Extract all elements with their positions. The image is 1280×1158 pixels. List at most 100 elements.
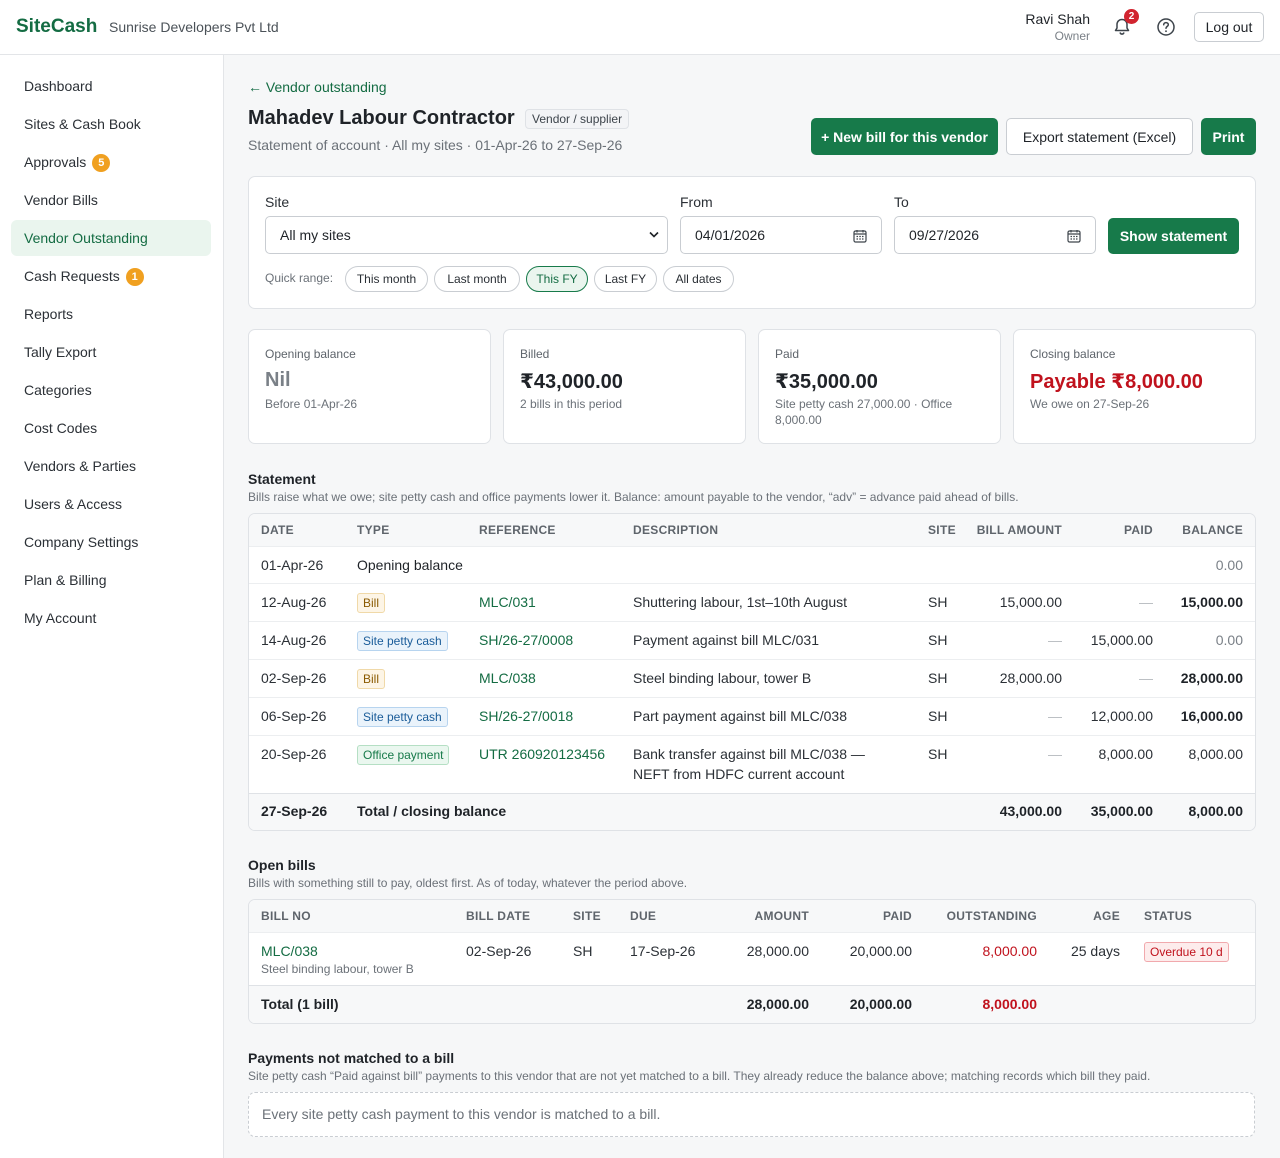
closing-balance-note: We owe on 27-Sep-26 xyxy=(1030,397,1150,411)
sidebar-item-label: Approvals xyxy=(24,154,87,170)
row-reference-link[interactable]: UTR 260920123456 xyxy=(479,744,605,764)
back-link[interactable]: ← Vendor outstanding xyxy=(248,79,387,95)
user-role: Owner xyxy=(1054,29,1090,43)
col-status: STATUS xyxy=(1144,909,1193,923)
col-paid: PAID xyxy=(883,909,912,923)
sidebar-item-vendor-outstanding[interactable]: Vendor Outstanding xyxy=(11,220,211,256)
paid-value: ₹35,000.00 xyxy=(775,371,878,393)
sidebar-item-company-settings[interactable]: Company Settings xyxy=(11,524,211,560)
col-due: DUE xyxy=(630,909,657,923)
sidebar-item-vendor-bills[interactable]: Vendor Bills xyxy=(11,182,211,218)
statement-title: Statement xyxy=(248,471,316,487)
sidebar-item-label: Sites & Cash Book xyxy=(24,116,141,132)
bill-description: Steel binding labour, tower B xyxy=(261,962,414,976)
bill-date: 02-Sep-26 xyxy=(466,943,532,959)
row-reference-link[interactable]: MLC/038 xyxy=(479,668,536,688)
col-site: SITE xyxy=(573,909,601,923)
bill-outstanding: 8,000.00 xyxy=(982,943,1038,959)
type-tag-bill: Bill xyxy=(357,669,386,689)
sidebar-item-approvals[interactable]: Approvals 5 xyxy=(11,144,211,180)
logout-button[interactable]: Log out xyxy=(1194,12,1264,42)
sidebar-item-reports[interactable]: Reports xyxy=(11,296,211,332)
chip-last-month[interactable]: Last month xyxy=(434,266,520,292)
status-badge: Overdue 10 d xyxy=(1144,942,1229,962)
row-description: Shuttering labour, 1st–10th August xyxy=(633,594,848,610)
sidebar-item-label: Categories xyxy=(24,382,92,398)
col-paid: PAID xyxy=(1124,523,1153,537)
col-reference: REFERENCE xyxy=(479,523,556,537)
row-description: Steel binding labour, tower B xyxy=(633,670,812,686)
chip-this-month[interactable]: This month xyxy=(345,266,428,292)
col-bill-date: BILL DATE xyxy=(466,909,531,923)
paid-label: Paid xyxy=(775,347,800,361)
vendor-type-badge: Vendor / supplier xyxy=(525,109,630,129)
opening-row-type: Opening balance xyxy=(357,557,463,573)
from-date-field[interactable]: 04/01/2026 xyxy=(680,216,882,254)
sidebar-item-users-access[interactable]: Users & Access xyxy=(11,486,211,522)
row-reference-link[interactable]: SH/26-27/0008 xyxy=(479,630,573,650)
chip-this-fy[interactable]: This FY xyxy=(526,266,588,292)
row-date: 06-Sep-26 xyxy=(261,708,327,724)
to-date-field[interactable]: 09/27/2026 xyxy=(894,216,1096,254)
opening-balance-value: Nil xyxy=(265,369,291,391)
quick-range-label: Quick range: xyxy=(265,271,334,285)
sidebar-item-sites-cash-book[interactable]: Sites & Cash Book xyxy=(11,106,211,142)
col-bill-no: BILL NO xyxy=(261,909,311,923)
opening-balance-note: Before 01-Apr-26 xyxy=(265,397,358,411)
row-reference-link[interactable]: SH/26-27/0018 xyxy=(479,706,573,726)
site-select-value: All my sites xyxy=(280,227,351,243)
statement-subtitle: Bills raise what we owe; site petty cash… xyxy=(248,490,1019,504)
export-statement-button[interactable]: Export statement (Excel) xyxy=(1006,118,1193,155)
help-icon[interactable] xyxy=(1156,17,1176,37)
user-name: Ravi Shah xyxy=(1025,11,1090,27)
col-amount: AMOUNT xyxy=(754,909,809,923)
billed-value: ₹43,000.00 xyxy=(520,371,623,393)
sidebar: Dashboard Sites & Cash Book Approvals 5 V… xyxy=(0,55,224,1158)
from-date-value: 04/01/2026 xyxy=(695,227,766,243)
show-statement-button[interactable]: Show statement xyxy=(1108,218,1239,254)
row-bill-amount: — xyxy=(1048,632,1062,648)
col-age: AGE xyxy=(1093,909,1120,923)
sidebar-item-label: Reports xyxy=(24,306,74,322)
calendar-icon[interactable] xyxy=(853,229,867,243)
bill-no-link[interactable]: MLC/038 xyxy=(261,941,318,961)
sidebar-item-tally-export[interactable]: Tally Export xyxy=(11,334,211,370)
type-tag-site-petty-cash: Site petty cash xyxy=(357,631,448,651)
col-type: TYPE xyxy=(357,523,390,537)
brand-logo[interactable]: SiteCash xyxy=(16,16,97,38)
print-button[interactable]: Print xyxy=(1201,118,1256,155)
company-name: Sunrise Developers Pvt Ltd xyxy=(109,19,279,35)
site-select[interactable]: All my sites xyxy=(265,216,668,254)
open-bills-total-label: Total (1 bill) xyxy=(261,996,339,1012)
open-bills-total-paid: 20,000.00 xyxy=(849,996,912,1012)
sidebar-item-cash-requests[interactable]: Cash Requests 1 xyxy=(11,258,211,294)
row-bill-amount: 15,000.00 xyxy=(999,594,1062,610)
sidebar-item-vendors-parties[interactable]: Vendors & Parties xyxy=(11,448,211,484)
sidebar-item-my-account[interactable]: My Account xyxy=(11,600,211,636)
unmatched-subtitle: Site petty cash “Paid against bill” paym… xyxy=(248,1069,1151,1083)
bill-amount: 28,000.00 xyxy=(746,943,809,959)
to-date-value: 09/27/2026 xyxy=(909,227,980,243)
unmatched-empty-state: Every site petty cash payment to this ve… xyxy=(248,1092,1255,1137)
chip-last-fy[interactable]: Last FY xyxy=(594,266,657,292)
chip-all-dates[interactable]: All dates xyxy=(663,266,734,292)
new-bill-button[interactable]: + New bill for this vendor xyxy=(811,118,998,155)
row-bill-amount: — xyxy=(1048,708,1062,724)
row-reference-link[interactable]: MLC/031 xyxy=(479,592,536,612)
sidebar-item-dashboard[interactable]: Dashboard xyxy=(11,68,211,104)
page-subtitle: Statement of account · All my sites · 01… xyxy=(248,137,623,153)
row-description-line2: NEFT from HDFC current account xyxy=(633,766,845,782)
sidebar-item-categories[interactable]: Categories xyxy=(11,372,211,408)
chevron-down-icon xyxy=(649,231,659,238)
sidebar-item-cost-codes[interactable]: Cost Codes xyxy=(11,410,211,446)
calendar-icon[interactable] xyxy=(1067,229,1081,243)
bill-age: 25 days xyxy=(1070,943,1120,959)
sidebar-item-plan-billing[interactable]: Plan & Billing xyxy=(11,562,211,598)
col-site: SITE xyxy=(928,523,956,537)
open-bills-total-amount: 28,000.00 xyxy=(746,996,809,1012)
open-bills-total-outstanding: 8,000.00 xyxy=(982,996,1038,1012)
unmatched-title: Payments not matched to a bill xyxy=(248,1050,455,1066)
row-date: 12-Aug-26 xyxy=(261,594,327,610)
col-date: DATE xyxy=(261,523,294,537)
closing-balance-value: Payable ₹8,000.00 xyxy=(1030,371,1203,393)
